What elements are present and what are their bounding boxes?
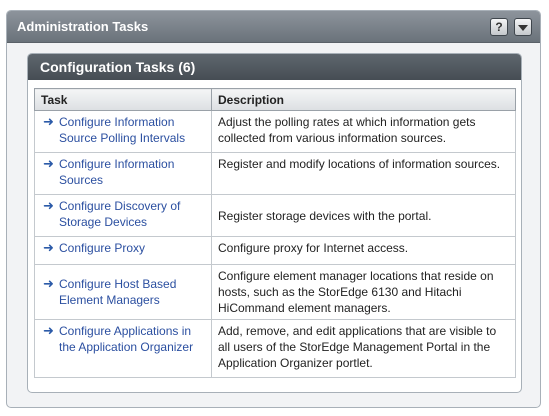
table-row: ➜ Configure Applications in the Applicat…	[34, 319, 516, 378]
portlet-title: Administration Tasks	[17, 19, 149, 34]
help-button[interactable]: ?	[490, 17, 508, 36]
arrow-right-icon: ➜	[43, 323, 54, 338]
tasks-table: Task Description ➜ Configure Information…	[34, 88, 516, 378]
task-description: Add, remove, and edit applications that …	[211, 319, 516, 378]
table-row: ➜ Configure Proxy Configure proxy for In…	[34, 236, 516, 265]
column-header-task: Task	[34, 88, 212, 111]
table-row: ➜ Configure Information Sources Register…	[34, 152, 516, 195]
arrow-right-icon: ➜	[43, 240, 54, 255]
arrow-right-icon: ➜	[43, 276, 54, 291]
table-row: ➜ Configure Discovery of Storage Devices…	[34, 194, 516, 237]
column-header-description: Description	[211, 88, 516, 111]
table-row: ➜ Configure Host Based Element Managers …	[34, 264, 516, 320]
chevron-down-icon	[518, 24, 528, 31]
task-description: Configure element manager locations that…	[211, 264, 516, 320]
help-icon: ?	[495, 19, 503, 34]
portlet-menu-button[interactable]	[514, 17, 532, 36]
portlet-header: Administration Tasks ?	[7, 11, 540, 43]
task-description: Register storage devices with the portal…	[211, 194, 516, 237]
task-link-proxy[interactable]: Configure Proxy	[59, 240, 145, 256]
task-link-polling-intervals[interactable]: Configure Information Source Polling Int…	[59, 114, 205, 146]
table-header-row: Task Description	[34, 88, 516, 111]
task-description: Register and modify locations of informa…	[211, 152, 516, 195]
task-description: Configure proxy for Internet access.	[211, 236, 516, 265]
task-description: Adjust the polling rates at which inform…	[211, 110, 516, 153]
task-link-information-sources[interactable]: Configure Information Sources	[59, 156, 205, 188]
arrow-right-icon: ➜	[43, 156, 54, 171]
task-link-application-organizer[interactable]: Configure Applications in the Applicatio…	[59, 323, 205, 355]
task-link-discovery-storage[interactable]: Configure Discovery of Storage Devices	[59, 198, 205, 230]
administration-tasks-portlet: Administration Tasks ? Configuration Tas…	[6, 10, 541, 408]
configuration-tasks-panel: Configuration Tasks (6) Task Description…	[27, 53, 522, 393]
arrow-right-icon: ➜	[43, 198, 54, 213]
panel-title: Configuration Tasks (6)	[28, 54, 521, 80]
table-row: ➜ Configure Information Source Polling I…	[34, 110, 516, 153]
arrow-right-icon: ➜	[43, 114, 54, 129]
task-link-host-element-managers[interactable]: Configure Host Based Element Managers	[59, 276, 205, 308]
